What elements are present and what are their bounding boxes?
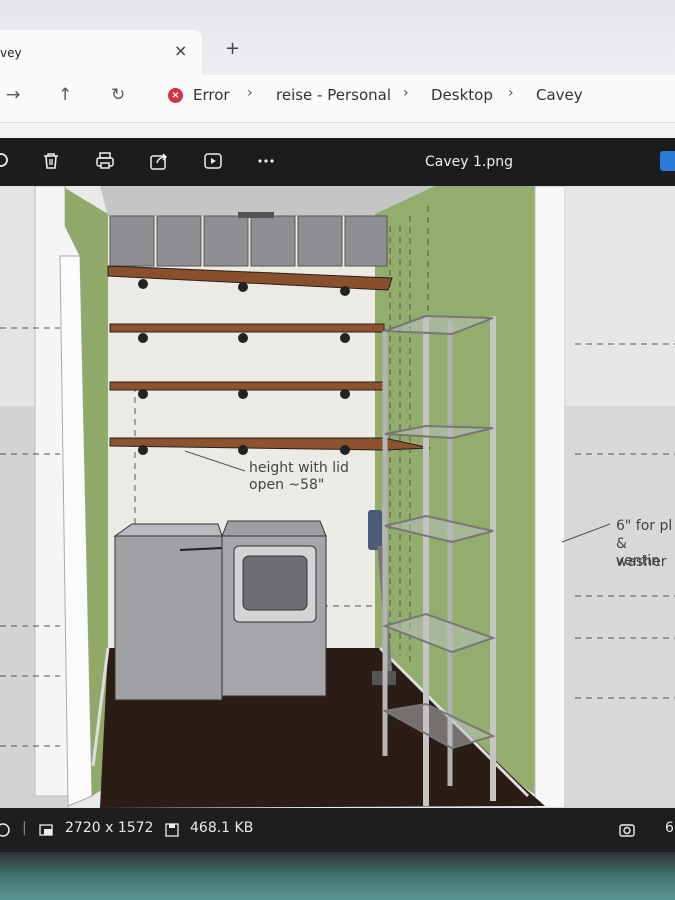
status-bar: | 2720 x 1572 468.1 KB 6 bbox=[0, 808, 675, 854]
zoom-icon[interactable] bbox=[0, 150, 14, 172]
breadcrumb-item[interactable]: reise - Personal bbox=[276, 86, 391, 104]
image-canvas[interactable]: height with lid open ~58" 6" for pl & ve… bbox=[0, 186, 675, 808]
monitor-screen: vey × + → ↑ ↻ × Error › reise - Personal… bbox=[0, 0, 675, 855]
refresh-icon[interactable]: ↻ bbox=[111, 85, 125, 105]
dryer bbox=[221, 520, 327, 697]
delete-icon[interactable] bbox=[40, 150, 62, 172]
more-icon[interactable] bbox=[255, 150, 277, 172]
save-disk-icon bbox=[165, 823, 179, 837]
new-tab-button[interactable]: + bbox=[225, 38, 240, 59]
info-icon[interactable] bbox=[0, 821, 12, 839]
annotation-right-line-3: washer bbox=[616, 554, 667, 570]
up-icon[interactable]: ↑ bbox=[58, 85, 72, 105]
chevron-right-icon: › bbox=[508, 85, 514, 101]
monitor-bezel bbox=[0, 852, 675, 900]
browser-tab-strip: vey × + bbox=[0, 0, 675, 75]
share-icon[interactable] bbox=[148, 150, 170, 172]
file-size: 468.1 KB bbox=[190, 820, 254, 836]
browser-tab[interactable]: vey × bbox=[0, 30, 202, 75]
image-dimensions: 2720 x 1572 bbox=[65, 820, 154, 836]
spacer bbox=[0, 123, 675, 138]
address-bar: → ↑ ↻ × Error › reise - Personal › Deskt… bbox=[0, 75, 675, 123]
file-name-title: Cavey 1.png bbox=[425, 154, 513, 170]
storage-bins bbox=[109, 212, 388, 267]
fit-to-window-icon[interactable] bbox=[618, 821, 636, 839]
print-icon[interactable] bbox=[94, 150, 116, 172]
slideshow-icon[interactable] bbox=[202, 150, 224, 172]
breadcrumb-item[interactable]: Desktop bbox=[431, 86, 493, 104]
zoom-level[interactable]: 6 bbox=[665, 820, 674, 836]
app-badge-icon[interactable] bbox=[660, 151, 675, 171]
error-label[interactable]: Error bbox=[193, 86, 230, 104]
tab-close-icon[interactable]: × bbox=[174, 41, 187, 60]
washer bbox=[113, 523, 223, 701]
annotation-right-line-1: 6" for pl bbox=[616, 518, 673, 534]
laundry-closet-render bbox=[0, 186, 675, 808]
tab-title: vey bbox=[0, 46, 22, 60]
chevron-right-icon: › bbox=[403, 85, 409, 101]
error-icon: × bbox=[168, 88, 183, 103]
chevron-right-icon: › bbox=[247, 85, 253, 101]
viewer-toolbar: Cavey 1.png bbox=[0, 138, 675, 186]
divider: | bbox=[22, 820, 27, 836]
image-size-icon bbox=[39, 824, 53, 836]
forward-icon[interactable]: → bbox=[6, 85, 20, 105]
breadcrumb-item[interactable]: Cavey bbox=[536, 86, 583, 104]
annotation-lid-height: height with lid open ~58" bbox=[249, 460, 349, 493]
